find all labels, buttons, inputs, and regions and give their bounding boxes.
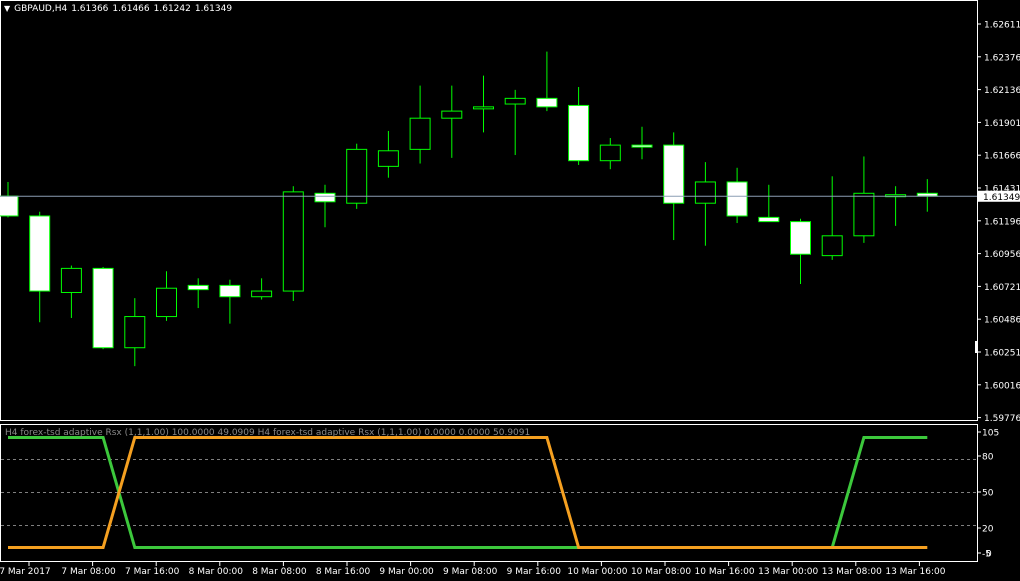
time-tick-label: 13 Mar 16:00 (885, 567, 945, 577)
bull-candle (60, 267, 82, 293)
price-tick-label: 1.62611 (984, 21, 1020, 31)
time-tick-label: 9 Mar 00:00 (379, 567, 434, 577)
current-price-marker: 1.61349 (978, 190, 1020, 203)
price-tick-label: 1.62376 (984, 53, 1020, 63)
chart-shift-marker[interactable] (975, 341, 978, 353)
time-tick-label: 10 Mar 08:00 (631, 567, 691, 577)
triangle-down-icon[interactable]: ▼ (4, 4, 10, 13)
ohlc-close: 1.61349 (194, 4, 233, 14)
indicator-tick-label: 105 (982, 429, 999, 439)
current-price-label: 1.61349 (983, 193, 1020, 203)
bull-candle (599, 144, 621, 162)
bear-candle (219, 284, 241, 298)
bear-candle (916, 192, 938, 197)
indicator-tick-label: 50 (982, 489, 994, 499)
time-tick-label: 8 Mar 08:00 (252, 567, 307, 577)
time-tick-label: 13 Mar 08:00 (822, 567, 882, 577)
time-tick-label: 8 Mar 00:00 (189, 567, 244, 577)
bull-candle (473, 106, 494, 110)
symbol-name: GBPAUD,H4 (14, 4, 68, 14)
price-tick-label: 1.60956 (984, 250, 1020, 260)
bull-candle (504, 97, 526, 105)
bear-candle (536, 97, 558, 108)
bear-candle (187, 284, 209, 291)
ohlc-low: 1.61242 (153, 4, 191, 14)
indicator-tick-label: 0 (986, 550, 992, 560)
bear-candle (92, 267, 114, 349)
price-tick-label: 1.61196 (984, 217, 1020, 227)
time-tick-label: 13 Mar 00:00 (758, 567, 818, 577)
bull-candle (694, 181, 716, 204)
time-tick-label: 10 Mar 16:00 (695, 567, 755, 577)
price-tick-label: 1.62136 (984, 86, 1020, 96)
bull-candle (156, 287, 177, 318)
bull-candle (346, 148, 368, 204)
bull-candle (409, 117, 431, 150)
bull-candle (251, 290, 273, 298)
bear-candle (29, 215, 51, 292)
time-tick-label: 9 Mar 08:00 (443, 567, 498, 577)
bear-candle (314, 192, 336, 203)
bear-candle (758, 216, 780, 223)
bear-candle (726, 181, 748, 217)
time-tick-label: 7 Mar 16:00 (125, 567, 180, 577)
chart-canvas[interactable]: 1.62611 1.62376 1.62136 1.61901 1.61666 1.614… (0, 0, 1020, 581)
bear-candle (790, 221, 811, 255)
bear-candle (0, 195, 19, 217)
price-tick-label: 1.60486 (984, 316, 1020, 326)
time-tick-label: 7 Mar 2017 (0, 567, 51, 577)
bull-candle (821, 235, 843, 257)
price-tick-label: 1.60721 (984, 283, 1020, 293)
price-tick-label: 1.60016 (984, 381, 1020, 391)
ohlc-high: 1.61466 (112, 4, 150, 14)
bull-candle (282, 191, 304, 292)
time-tick-label: 9 Mar 16:00 (507, 567, 562, 577)
bear-candle (568, 104, 590, 162)
bear-candle (631, 144, 653, 148)
ohlc-open: 1.61366 (71, 4, 109, 14)
bull-candle (124, 316, 146, 349)
bear-candle (663, 144, 685, 204)
symbol-header: ▼ GBPAUD,H4 1.61366 1.61466 1.61242 1.61349 (4, 4, 236, 14)
bull-candle (441, 110, 463, 119)
bull-candle (853, 192, 875, 237)
price-tick-label: 1.61901 (984, 119, 1020, 129)
indicator-tick-label: 80 (982, 453, 994, 463)
time-tick-label: 8 Mar 16:00 (316, 567, 371, 577)
indicator-label: H4 forex-tsd adaptive Rsx (1,1,1.00) 100… (5, 428, 531, 438)
bull-candle (377, 150, 399, 167)
chart-background (0, 0, 1020, 581)
price-tick-label: 1.59776 (984, 414, 1020, 424)
indicator-tick-label: 20 (982, 525, 994, 535)
time-tick-label: 10 Mar 00:00 (567, 567, 627, 577)
price-tick-label: 1.61666 (984, 152, 1020, 162)
time-tick-label: 7 Mar 08:00 (61, 567, 116, 577)
price-tick-label: 1.60251 (984, 349, 1020, 359)
